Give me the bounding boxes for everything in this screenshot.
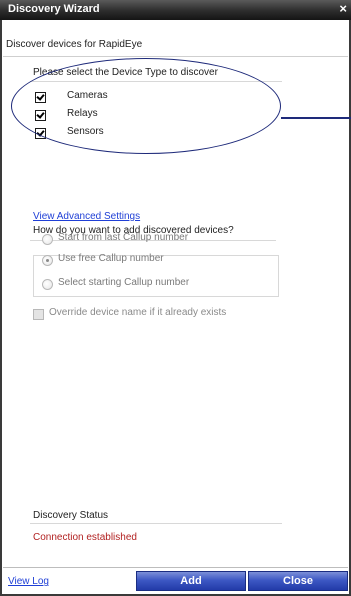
select-starting-radio[interactable] [42,278,53,290]
view-advanced-settings-link[interactable]: View Advanced Settings [33,211,140,222]
callout-ellipse [11,58,281,154]
callout-pointer-line [281,117,351,119]
use-free-radio[interactable] [42,254,53,266]
select-starting-label: Select starting Callup number [58,277,190,288]
window-title: Discovery Wizard [8,3,100,15]
override-device-name-option[interactable]: Override device name if it already exist… [33,307,226,321]
footer-divider [3,567,348,568]
option-start-from-last[interactable]: Start from last Callup number [42,232,188,246]
option-select-starting[interactable]: Select starting Callup number [42,277,189,291]
use-free-label: Use free Callup number [58,253,164,264]
close-button[interactable]: Close [248,571,348,591]
status-divider [30,523,282,524]
override-checkbox[interactable] [33,308,44,320]
add-button[interactable]: Add [136,571,246,591]
override-label: Override device name if it already exist… [49,307,227,318]
status-message: Connection established [33,532,137,543]
start-from-last-radio[interactable] [42,233,53,245]
start-from-last-label: Start from last Callup number [58,232,189,243]
option-use-free[interactable]: Use free Callup number [42,253,164,267]
close-icon[interactable]: × [339,1,347,16]
header-divider [3,56,348,57]
discovery-status-title: Discovery Status [33,510,109,521]
view-log-link[interactable]: View Log [8,576,49,587]
dialog-subtitle: Discover devices for RapidEye [6,39,143,50]
title-bar: Discovery Wizard × [0,0,351,20]
